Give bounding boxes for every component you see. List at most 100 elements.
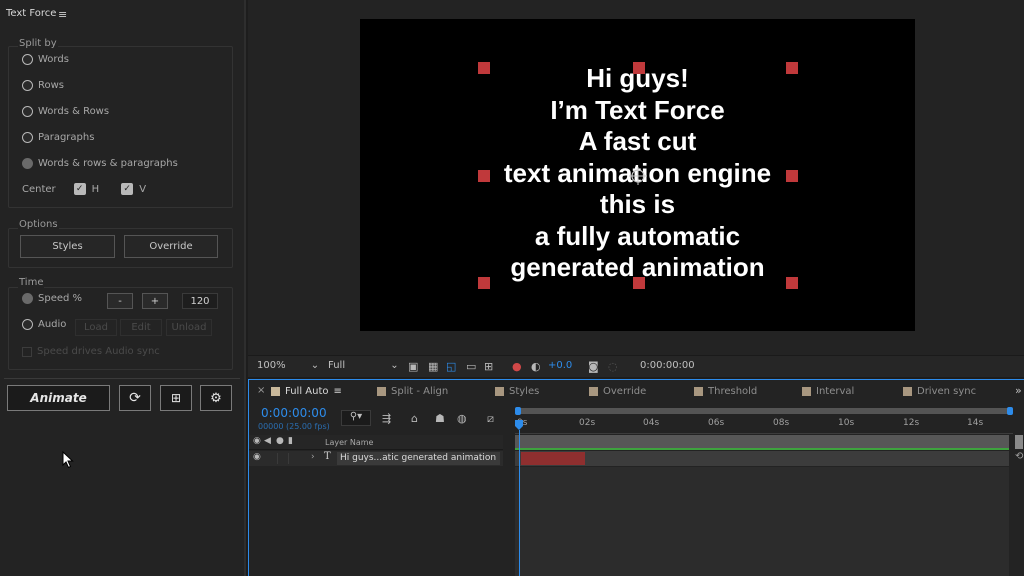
eye-icon[interactable]: ◉ [253,452,261,462]
radio-words-rows[interactable]: Words & Rows [22,106,109,117]
speed-plus-button[interactable]: + [142,293,168,309]
radio-button-icon[interactable] [22,80,33,91]
center-v-checkbox[interactable]: ✓ [121,183,134,195]
bounding-handle[interactable] [478,277,490,289]
tab-menu-icon[interactable]: ≡ [334,386,342,397]
graph-editor-icon[interactable]: ⧄ [487,412,494,426]
tab-override[interactable]: Override [589,386,646,397]
override-button[interactable]: Override [124,235,218,258]
tab-color-swatch [377,387,386,396]
exposure-icon[interactable]: ◐ [531,360,541,373]
radio-button-icon[interactable] [22,106,33,117]
bounding-handle[interactable] [786,277,798,289]
playhead-line[interactable] [519,430,520,576]
eye-icon[interactable]: ◉ [253,436,261,446]
radio-rows[interactable]: Rows [22,80,64,91]
safe-margins-icon[interactable]: ▭ [466,360,476,373]
radio-button-selected-icon[interactable] [22,158,33,169]
speaker-icon[interactable]: ◀ [264,436,271,446]
bounding-handle[interactable] [478,170,490,182]
region-of-interest-icon[interactable]: ▣ [408,360,418,373]
work-area-bar[interactable] [515,408,1013,414]
layer-name[interactable]: Hi guys...atic generated animation [337,452,500,465]
zoom-select[interactable]: 100% ⌄ [257,360,319,371]
comp-duration-bar[interactable] [515,435,1009,449]
speed-minus-button[interactable]: - [107,293,133,309]
add-region-icon[interactable]: ⊞ [160,385,192,411]
ruler-label: 14s [967,418,984,428]
tab-color-swatch [802,387,811,396]
layer-name-header: Layer Name [325,438,374,447]
transparency-grid-icon[interactable]: ▦ [428,360,438,373]
bounding-handle[interactable] [786,62,798,74]
radio-words-rows-paragraphs[interactable]: Words & rows & paragraphs [22,158,178,169]
color-channels-icon[interactable]: ● [512,360,522,373]
audio-edit-button[interactable]: Edit [120,319,162,336]
current-time[interactable]: 0:00:00:00 [261,406,327,420]
tab-color-swatch [495,387,504,396]
bounding-handle[interactable] [786,170,798,182]
ruler-label: 10s [838,418,855,428]
expand-chevron-icon[interactable]: › [311,452,315,462]
composition-canvas[interactable]: Hi guys! I’m Text Force A fast cut text … [360,19,915,331]
solo-icon[interactable]: ● [276,436,284,446]
center-h-checkbox[interactable]: ✓ [73,183,86,195]
motion-blur-icon[interactable]: ◍ [457,412,467,425]
lock-icon[interactable]: ▮ [288,436,293,446]
layer-row[interactable]: ◉ › T Hi guys...atic generated animation [249,451,503,466]
audio-unload-button[interactable]: Unload [166,319,212,336]
layer-track [515,451,1009,466]
refresh-icon[interactable]: ⟳ [119,385,151,411]
tab-split-align[interactable]: Split - Align [377,386,448,397]
tab-label: Threshold [708,386,758,397]
search-icon[interactable]: ⚲▾ [341,410,371,426]
radio-button-selected-icon[interactable] [22,293,33,304]
show-snapshot-icon[interactable]: ◌ [608,360,618,373]
exposure-value[interactable]: +0.0 [548,360,572,371]
tab-interval[interactable]: Interval [802,386,854,397]
radio-speed[interactable]: Speed % [22,293,82,304]
radio-paragraphs[interactable]: Paragraphs [22,132,94,143]
styles-button[interactable]: Styles [20,235,115,258]
radio-audio[interactable]: Audio [22,319,66,330]
tab-color-swatch [694,387,703,396]
speed-value-input[interactable]: 120 [182,293,218,309]
anchor-point-icon[interactable] [628,166,648,186]
mask-outline-icon[interactable]: ◱ [446,360,456,373]
viewer-toolbar: 100% ⌄ Full ⌄ ▣ ▦ ◱ ▭ ⊞ ● ◐ +0.0 ◙ ◌ 0:0… [248,355,1024,377]
tab-styles[interactable]: Styles [495,386,539,397]
tab-driven-sync[interactable]: Driven sync [903,386,976,397]
audio-load-button[interactable]: Load [75,319,117,336]
speed-drives-audio-row[interactable]: Speed drives Audio sync [22,346,160,357]
tab-color-swatch [903,387,912,396]
bounding-handle[interactable] [633,277,645,289]
panel-menu-icon[interactable]: ≡ [58,8,67,21]
radio-button-icon[interactable] [22,54,33,65]
grid-icon[interactable]: ⊞ [484,360,493,373]
tab-threshold[interactable]: Threshold [694,386,757,397]
more-tabs-icon[interactable]: » [1015,384,1022,397]
work-area-start-handle[interactable] [515,407,521,415]
bounding-handle[interactable] [478,62,490,74]
viewer-timecode[interactable]: 0:00:00:00 [640,360,695,371]
shy-layers-icon[interactable]: ☗ [435,412,445,425]
radio-button-icon[interactable] [22,132,33,143]
end-marker[interactable] [1015,435,1023,449]
draft-3d-icon[interactable]: ⌂ [411,412,418,425]
layer-end-icon[interactable]: ⟲ [1015,451,1023,462]
settings-gear-icon[interactable]: ⚙ [200,385,232,411]
animate-button[interactable]: Animate [7,385,110,411]
layer-duration-bar[interactable] [521,452,585,465]
speed-drives-checkbox[interactable] [22,346,32,357]
tab-full-auto[interactable]: Full Auto ≡ [271,386,342,397]
close-tab-icon[interactable]: × [257,385,265,396]
quality-select[interactable]: Full ⌄ [328,360,399,371]
layer-switch[interactable] [277,453,289,464]
radio-button-icon[interactable] [22,319,33,330]
bounding-handle[interactable] [633,62,645,74]
text-line: I’m Text Force [550,94,725,125]
snapshot-camera-icon[interactable]: ◙ [588,360,599,373]
composition-flow-icon[interactable]: ⇶ [382,412,391,425]
work-area-end-handle[interactable] [1007,407,1013,415]
radio-words[interactable]: Words [22,54,69,65]
